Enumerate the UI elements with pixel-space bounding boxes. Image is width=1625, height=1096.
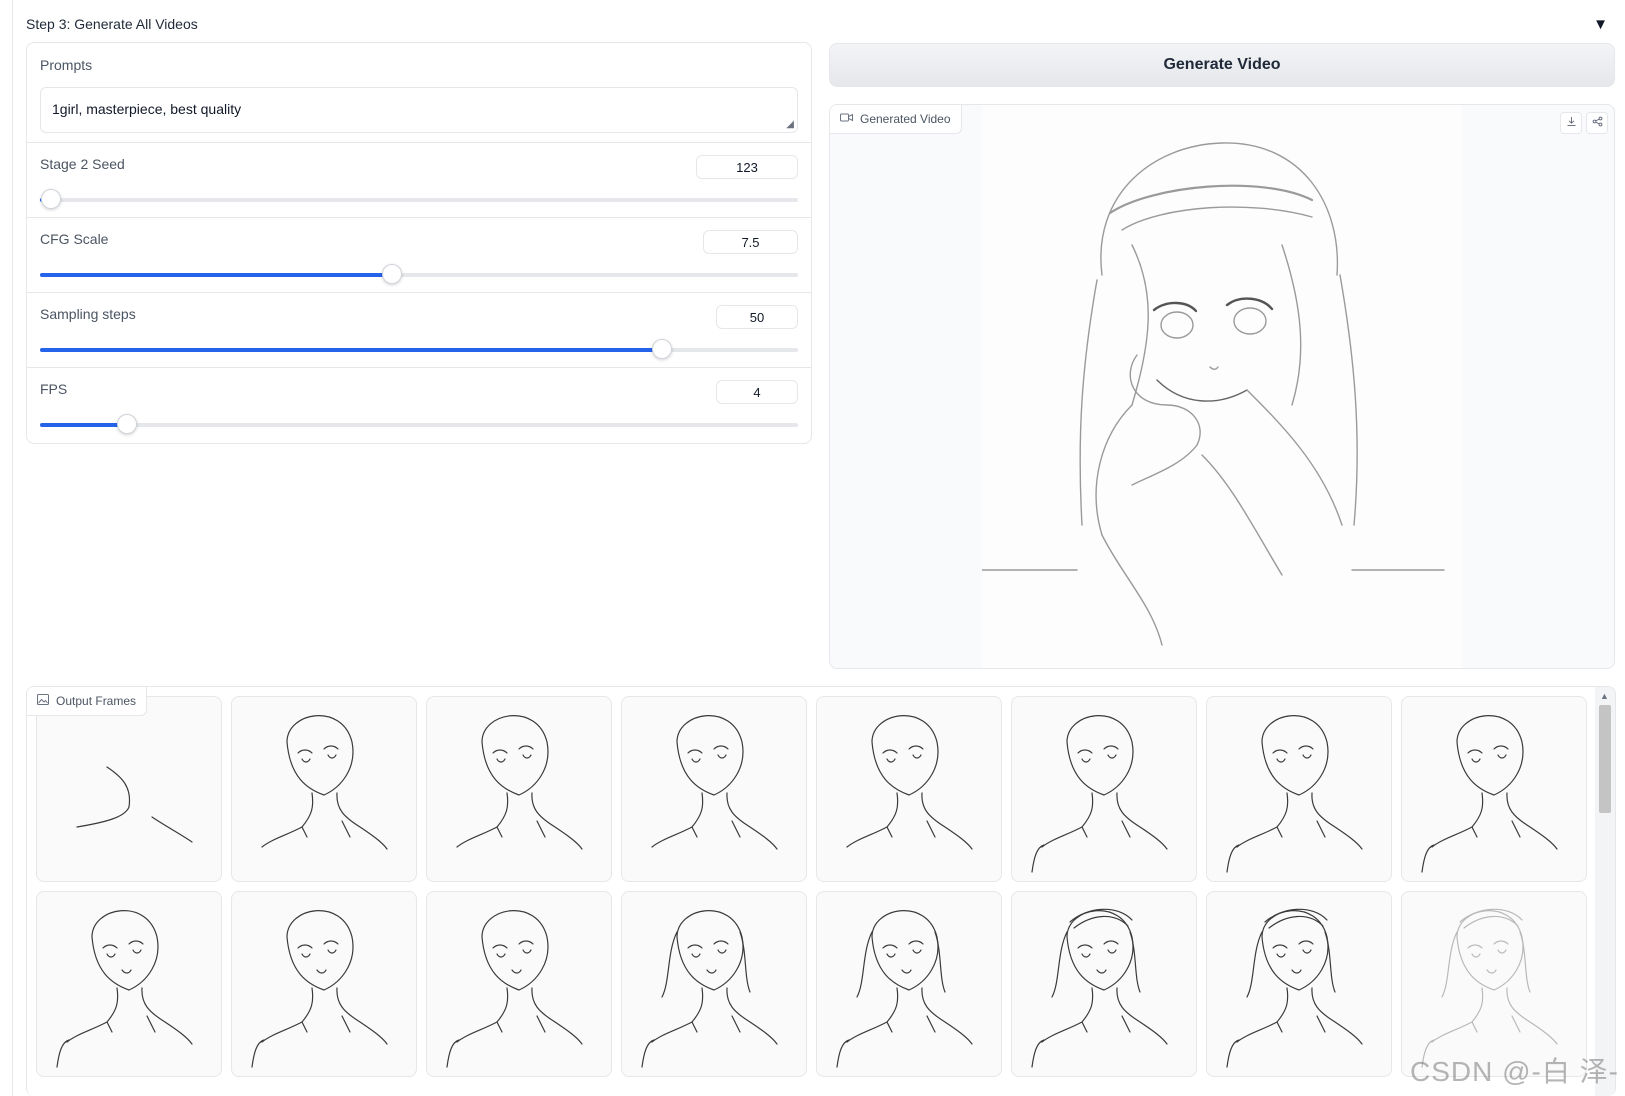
frame-sketch [1031,908,1168,1068]
output-frame[interactable] [621,891,807,1077]
output-frame[interactable] [816,696,1002,882]
output-frame[interactable] [426,891,612,1077]
output-frame[interactable] [426,696,612,882]
frame-sketch [641,910,778,1068]
prompt-value: 1girl, masterpiece, best quality [52,101,242,117]
stage2-seed-input[interactable]: 123 [696,155,798,179]
slider-sampling-steps: Sampling steps 50 [27,293,811,368]
frame-sketch [1226,715,1363,873]
download-button[interactable] [1560,112,1582,134]
sampling-steps-input[interactable]: 50 [716,305,798,329]
slider-fill [40,273,393,277]
fps-input[interactable]: 4 [716,380,798,404]
slider-label: CFG Scale [40,231,109,247]
cfg-scale-input[interactable]: 7.5 [703,230,798,254]
generate-video-button[interactable]: Generate Video [829,43,1615,87]
slider-cfg-scale: CFG Scale 7.5 [27,218,811,293]
output-frame[interactable] [1206,891,1392,1077]
output-frame[interactable] [1206,696,1392,882]
output-frames-panel: Output Frames ▲ [26,686,1616,1096]
slider-thumb[interactable] [117,414,138,434]
slider-track[interactable] [40,189,798,209]
output-frame[interactable] [231,696,417,882]
settings-panel: Prompts 1girl, masterpiece, best quality… [26,42,812,444]
slider-track[interactable] [40,414,798,434]
slider-stage2-seed: Stage 2 Seed 123 [27,143,811,218]
frame-sketch [1226,908,1363,1068]
slider-thumb[interactable] [382,264,403,284]
frame-sketch [251,910,388,1068]
generated-video-label: Generated Video [860,112,951,126]
frame-sketch [1421,908,1558,1068]
output-frame[interactable] [1011,891,1197,1077]
generated-video-tag: Generated Video [830,105,962,134]
frame-sketch [1421,715,1558,873]
slider-label: Stage 2 Seed [40,156,125,172]
slider-track[interactable] [40,339,798,359]
chevron-down-icon[interactable]: ▼ [1593,16,1608,33]
fps-value: 4 [753,384,761,400]
prompt-block: Prompts 1girl, masterpiece, best quality… [27,43,811,143]
slider-track[interactable] [40,264,798,284]
frame-sketch [76,766,193,843]
scroll-thumb[interactable] [1599,705,1611,813]
video-camera-icon [840,112,853,126]
download-icon [1566,114,1577,132]
slider-thumb[interactable] [651,339,672,359]
slider-fps: FPS 4 [27,368,811,443]
video-sketch-illustration [981,142,1445,646]
output-frames-label: Output Frames [56,694,137,708]
frame-sketch [651,715,778,850]
output-frames-tag: Output Frames [27,687,148,716]
slider-label: FPS [40,381,68,397]
generated-video-panel: Generated Video [829,104,1615,669]
scroll-up-icon[interactable]: ▲ [1600,691,1609,701]
accordion-title: Step 3: Generate All Videos [26,16,198,32]
frames-scrollbar[interactable]: ▲ [1595,687,1615,1096]
cfg-scale-value: 7.5 [741,234,760,250]
output-frame[interactable] [1401,696,1587,882]
slider-fill [40,423,128,427]
prompt-textarea[interactable]: 1girl, masterpiece, best quality ◢ [40,87,798,133]
app-page: Step 3: Generate All Videos ▼ Prompts 1g… [0,0,1625,1096]
share-icon [1592,114,1603,132]
accordion-header[interactable]: Step 3: Generate All Videos ▼ [26,12,1616,36]
output-frame[interactable] [36,891,222,1077]
prompt-label: Prompts [40,57,93,73]
resize-grip-icon[interactable]: ◢ [786,119,794,130]
frame-sketch [456,715,583,850]
frame-sketch [1031,715,1168,873]
frame-sketch [846,715,973,850]
sampling-steps-value: 50 [749,309,765,325]
frame-sketch [261,715,388,850]
output-frame[interactable] [231,891,417,1077]
share-button[interactable] [1586,112,1608,134]
stage2-seed-value: 123 [736,159,758,175]
output-frame[interactable] [36,696,222,882]
left-rule [12,0,13,1096]
frame-sketch [56,910,193,1068]
frame-sketch [836,910,973,1068]
slider-thumb[interactable] [41,189,62,209]
frame-sketch [446,910,583,1068]
image-icon [37,694,49,708]
output-frame[interactable] [816,891,1002,1077]
output-frame[interactable] [1011,696,1197,882]
slider-fill [40,348,662,352]
output-frame[interactable] [621,696,807,882]
generated-video-player[interactable] [981,105,1462,668]
slider-label: Sampling steps [40,306,136,322]
watermark: CSDN @-白 泽- [1410,1056,1619,1087]
